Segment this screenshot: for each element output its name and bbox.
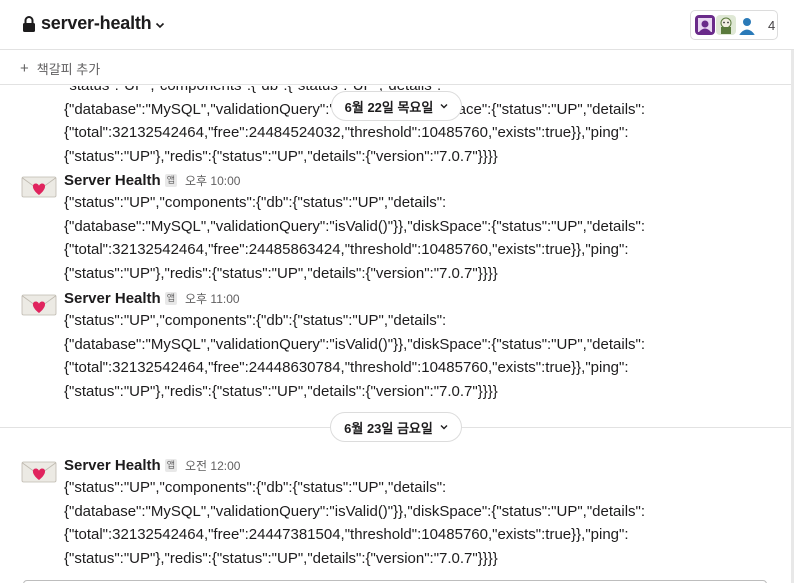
app-badge: 앱	[164, 459, 177, 472]
message-line: {"database":"MySQL","validationQuery":"i…	[64, 217, 646, 235]
message-header: Server Health 앱 오후 11:00	[64, 290, 240, 307]
message-line: {"total":32132542464,"free":24447381504,…	[64, 526, 629, 543]
love-letter-icon	[21, 176, 57, 198]
message-line: {"status":"UP"},"redis":{"status":"UP","…	[64, 264, 498, 282]
message-feed[interactable]: "status":"UP","components":{"db":{"statu…	[0, 86, 794, 583]
add-bookmark-button[interactable]: + 책갈피 추가	[20, 59, 100, 78]
message-body: {"status":"UP","components":{"db":{"stat…	[64, 476, 645, 570]
message-timestamp[interactable]: 오후 10:00	[185, 172, 240, 189]
message-timestamp[interactable]: 오전 12:00	[185, 457, 240, 474]
app-badge: 앱	[164, 174, 177, 187]
message-line: {"total":32132542464,"free":24485863424,…	[64, 241, 629, 258]
chevron-down-icon	[440, 425, 448, 430]
message-body: {"status":"UP","components":{"db":{"stat…	[64, 191, 645, 285]
app-badge: 앱	[164, 292, 177, 305]
message-body: {"status":"UP","components":{"db":{"stat…	[64, 309, 645, 403]
member-avatar	[716, 15, 736, 35]
date-divider-pill[interactable]: 6월 23일 금요일	[330, 412, 462, 442]
message-timestamp[interactable]: 오후 11:00	[185, 290, 240, 307]
message-line: {"status":"UP","components":{"db":{"stat…	[64, 312, 447, 329]
message-line: {"database":"MySQL","validationQuery":"i…	[64, 335, 646, 353]
message-line: {"total":32132542464,"free":24448630784,…	[64, 359, 629, 376]
message-line: {"total":32132542464,"free":24484524032,…	[64, 124, 629, 141]
channel-header: server-health 4	[0, 0, 794, 50]
lock-icon	[23, 15, 35, 32]
message-header: Server Health 앱 오후 10:00	[64, 172, 240, 189]
message-header: Server Health 앱 오전 12:00	[64, 457, 240, 474]
chevron-down-icon	[156, 22, 165, 28]
member-avatar	[695, 15, 715, 35]
member-avatar	[737, 15, 757, 35]
sender-name[interactable]: Server Health	[64, 290, 161, 307]
add-bookmark-label: 책갈피 추가	[36, 62, 101, 77]
channel-name: server-health	[41, 13, 152, 33]
avatar-purple-icon	[695, 15, 715, 35]
message-line: {"status":"UP","components":{"db":{"stat…	[64, 479, 447, 496]
member-count: 4	[768, 17, 776, 33]
chevron-down-icon	[440, 104, 448, 109]
plus-icon: +	[20, 60, 29, 77]
avatar-character-icon	[716, 15, 736, 35]
bookmark-bar: + 책갈피 추가	[0, 51, 794, 85]
message-line: {"status":"UP","components":{"db":{"stat…	[64, 194, 447, 211]
sender-name[interactable]: Server Health	[64, 457, 161, 474]
message-line: {"status":"UP"},"redis":{"status":"UP","…	[64, 147, 498, 165]
date-label: 6월 23일 금요일	[344, 420, 433, 436]
channel-title-button[interactable]: server-health	[22, 13, 165, 34]
sender-name[interactable]: Server Health	[64, 172, 161, 189]
member-list-button[interactable]: 4	[690, 10, 778, 40]
love-letter-icon	[21, 294, 57, 316]
date-divider-pill[interactable]: 6월 22일 목요일	[331, 91, 462, 121]
date-label: 6월 22일 목요일	[344, 99, 434, 115]
message-line: {"status":"UP"},"redis":{"status":"UP","…	[64, 549, 498, 567]
message-line: {"database":"MySQL","validationQuery":"i…	[64, 502, 646, 520]
love-letter-icon	[21, 461, 57, 483]
message-line: {"status":"UP"},"redis":{"status":"UP","…	[64, 382, 498, 400]
avatar-person-icon	[737, 15, 757, 35]
